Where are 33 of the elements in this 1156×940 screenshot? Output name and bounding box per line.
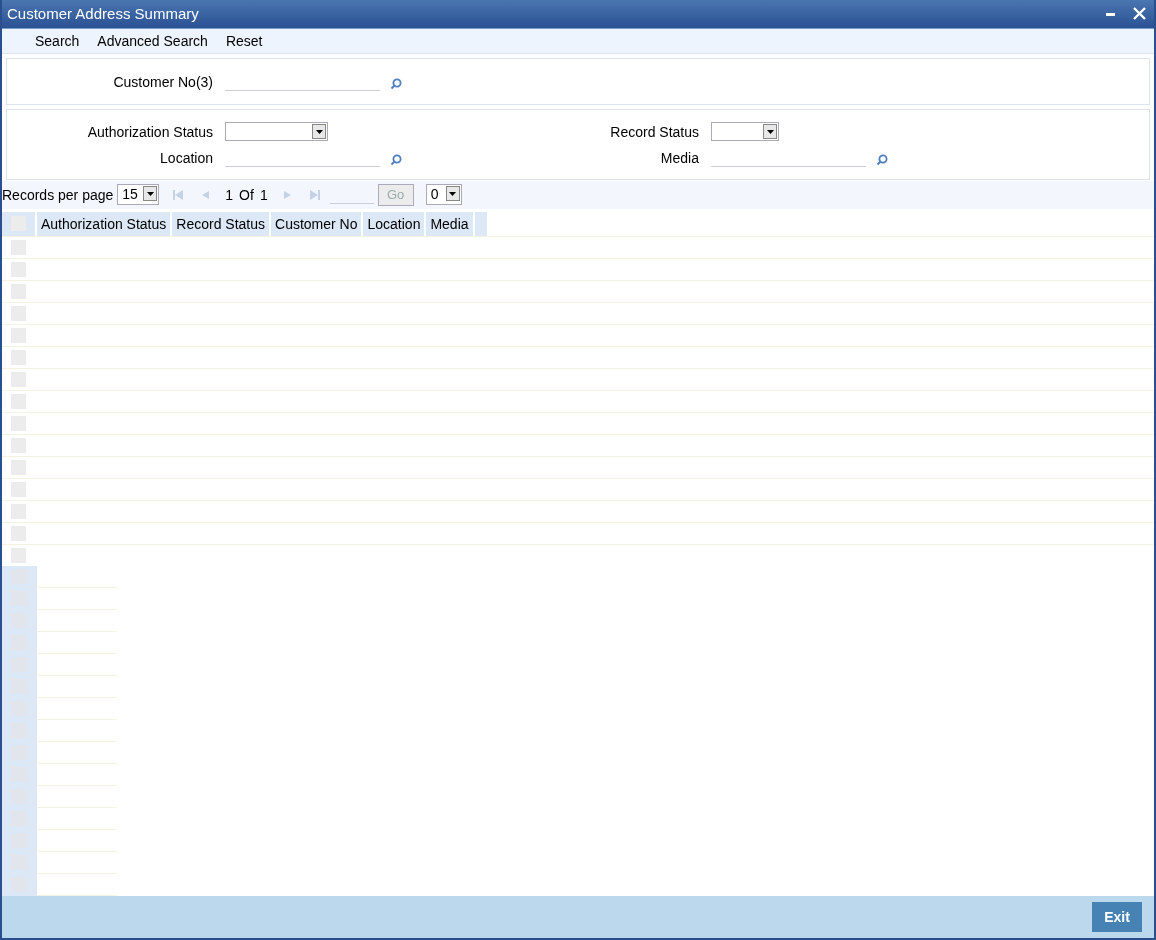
search-icon[interactable] xyxy=(390,77,402,90)
search-icon[interactable] xyxy=(390,153,402,166)
field-label: Media xyxy=(659,149,700,166)
page-number: 1 xyxy=(224,186,235,203)
row-selector-cell xyxy=(2,873,37,896)
field-label: Location xyxy=(159,149,214,166)
caret-icon xyxy=(146,191,154,196)
field-label: Customer No(3) xyxy=(112,73,214,90)
exit-button[interactable]: Exit xyxy=(1092,901,1142,932)
records-per-page-label: Records per page xyxy=(2,186,114,203)
toolbar-button[interactable]: Reset xyxy=(216,32,272,49)
page-of-label: Of xyxy=(239,186,254,203)
caret-icon xyxy=(449,191,457,196)
field-label: Record Status xyxy=(609,123,700,140)
window-title: Customer Address Summary xyxy=(7,5,199,23)
page-jump-dropdown[interactable]: 0 xyxy=(425,184,462,206)
records-per-page-dropdown[interactable]: 15 xyxy=(117,184,160,206)
column-header[interactable]: Location xyxy=(363,211,427,236)
toolbar-button[interactable]: Advanced Search xyxy=(88,32,217,49)
column-header[interactable]: Media xyxy=(426,211,475,236)
column-header[interactable]: Record Status xyxy=(172,211,271,236)
search-icon[interactable] xyxy=(876,153,888,166)
close-icon[interactable] xyxy=(1133,7,1146,21)
caret-icon xyxy=(315,129,323,134)
toolbar-button[interactable]: Search xyxy=(26,32,89,49)
caret-icon xyxy=(766,129,774,134)
column-header[interactable]: Authorization Status xyxy=(37,211,173,236)
row-selector-cell xyxy=(2,565,37,588)
dropdown-field[interactable] xyxy=(711,122,779,142)
column-header[interactable]: Customer No xyxy=(271,211,364,236)
field-label: Authorization Status xyxy=(86,123,214,140)
page-total: 1 xyxy=(258,186,269,203)
dropdown-field[interactable] xyxy=(225,122,328,142)
